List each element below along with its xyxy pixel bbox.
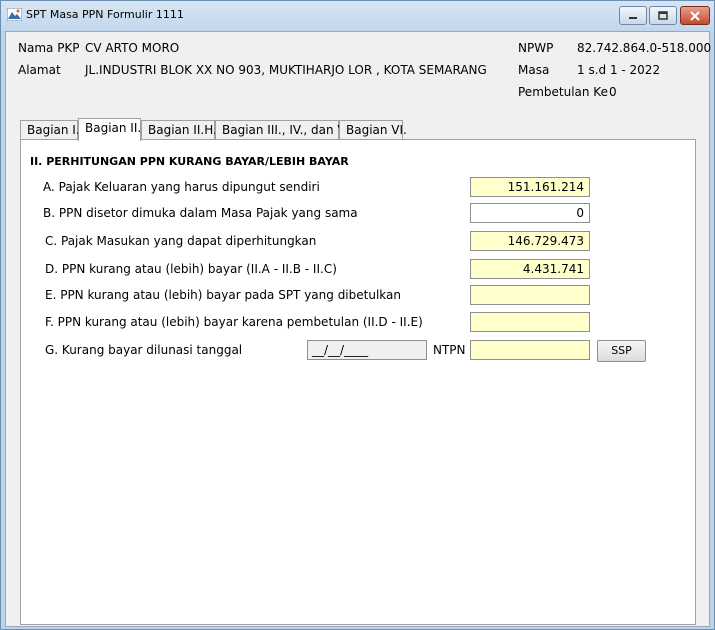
nama-pkp-label: Nama PKP bbox=[18, 41, 80, 55]
row-f-field[interactable] bbox=[470, 312, 590, 332]
form-client-area: Nama PKP CV ARTO MORO Alamat JL.INDUSTRI… bbox=[5, 31, 712, 627]
tab-label: Bagian I. bbox=[27, 123, 80, 137]
minimize-button[interactable] bbox=[619, 6, 647, 25]
section-title: II. PERHITUNGAN PPN KURANG BAYAR/LEBIH B… bbox=[30, 155, 349, 168]
row-g-label: G. Kurang bayar dilunasi tanggal bbox=[45, 343, 243, 357]
row-b-field[interactable]: 0 bbox=[470, 203, 590, 223]
bagian-2-panel: II. PERHITUNGAN PPN KURANG BAYAR/LEBIH B… bbox=[20, 139, 696, 625]
ntpn-field[interactable] bbox=[470, 340, 590, 360]
row-d-field[interactable]: 4.431.741 bbox=[470, 259, 590, 279]
titlebar[interactable]: SPT Masa PPN Formulir 1111 bbox=[1, 1, 714, 31]
tab-bagian-2h[interactable]: Bagian II.H. bbox=[141, 120, 217, 140]
row-a-label: A. Pajak Keluaran yang harus dipungut se… bbox=[43, 180, 320, 194]
tab-label: Bagian VI. bbox=[346, 123, 407, 137]
app-icon bbox=[6, 7, 23, 22]
window-title: SPT Masa PPN Formulir 1111 bbox=[26, 8, 184, 21]
maximize-icon bbox=[658, 10, 668, 20]
row-c-label: C. Pajak Masukan yang dapat diperhitungk… bbox=[45, 234, 317, 248]
pembetulan-label: Pembetulan Ke bbox=[518, 85, 608, 99]
tab-bagian-2[interactable]: Bagian II. bbox=[78, 118, 141, 141]
ssp-button[interactable]: SSP bbox=[597, 340, 646, 362]
payment-date-field[interactable]: __/__/____ bbox=[307, 340, 427, 360]
pembetulan-value: 0 bbox=[609, 85, 617, 99]
masa-label: Masa bbox=[518, 63, 550, 77]
maximize-button[interactable] bbox=[649, 6, 677, 25]
row-c-field[interactable]: 146.729.473 bbox=[470, 231, 590, 251]
minimize-icon bbox=[629, 16, 637, 19]
row-f-label: F. PPN kurang atau (lebih) bayar karena … bbox=[45, 315, 423, 329]
npwp-label: NPWP bbox=[518, 41, 554, 55]
tab-label: Bagian III., IV., dan V. bbox=[222, 123, 348, 137]
row-d-label: D. PPN kurang atau (lebih) bayar (II.A -… bbox=[45, 262, 337, 276]
nama-pkp-value: CV ARTO MORO bbox=[85, 41, 180, 55]
row-a-field[interactable]: 151.161.214 bbox=[470, 177, 590, 197]
row-e-label: E. PPN kurang atau (lebih) bayar pada SP… bbox=[45, 288, 401, 302]
masa-value: 1 s.d 1 - 2022 bbox=[577, 63, 661, 77]
alamat-value: JL.INDUSTRI BLOK XX NO 903, MUKTIHARJO L… bbox=[85, 63, 487, 77]
close-button[interactable] bbox=[680, 6, 710, 25]
npwp-value: 82.742.864.0-518.000 bbox=[577, 41, 712, 55]
tab-bagian-3-4-5[interactable]: Bagian III., IV., dan V. bbox=[215, 120, 348, 140]
app-window: SPT Masa PPN Formulir 1111 Nama PKP CV A… bbox=[0, 0, 715, 630]
tab-bagian-1[interactable]: Bagian I. bbox=[20, 120, 80, 140]
tab-label: Bagian II.H. bbox=[148, 123, 217, 137]
tab-label: Bagian II. bbox=[85, 121, 142, 135]
ntpn-label: NTPN bbox=[433, 343, 466, 357]
tab-bagian-6[interactable]: Bagian VI. bbox=[339, 120, 407, 140]
close-icon bbox=[690, 10, 700, 21]
row-b-label: B. PPN disetor dimuka dalam Masa Pajak y… bbox=[43, 206, 358, 220]
row-e-field[interactable] bbox=[470, 285, 590, 305]
alamat-label: Alamat bbox=[18, 63, 61, 77]
